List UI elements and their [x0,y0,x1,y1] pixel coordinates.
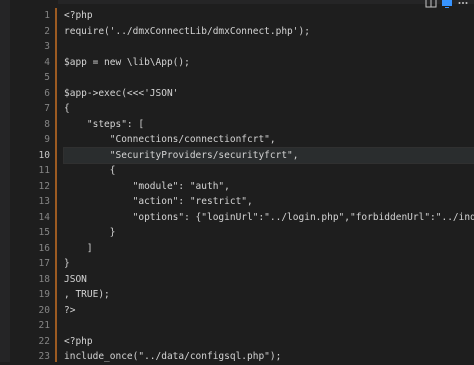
code-line[interactable]: "module": "auth", [64,179,474,195]
line-number: 18 [38,273,50,285]
code-line[interactable]: ] [64,241,474,257]
code-line[interactable]: "SecurityProviders/securityfcrt", [63,146,474,164]
code-editor[interactable]: <?php require('../dmxConnectLib/dmxConnec… [63,8,474,365]
modified-lines-indicator [55,8,57,362]
code-line[interactable]: { [64,163,474,179]
line-number: 22 [38,335,50,347]
code-line[interactable]: JSON [64,272,474,288]
line-number: 6 [44,87,50,99]
code-line[interactable] [64,318,474,334]
line-number: 19 [38,289,50,300]
line-numbers: 1 2 3 4 5 6 7 8 9 10 11 12 13 14 15 16 17 18 19 20 21 22 23 [10,8,50,365]
line-number: 21 [38,320,50,331]
line-number: 15 [38,227,50,238]
line-number: 9 [44,134,50,145]
line-number: 7 [44,103,50,114]
code-line[interactable]: require('../dmxConnectLib/dmxConnect.php… [64,24,474,40]
code-line[interactable]: $app = new \lib\App(); [64,55,474,71]
line-number: 8 [44,118,50,130]
line-number: 17 [38,258,50,269]
code-line[interactable]: , TRUE); [64,287,474,303]
code-line[interactable]: $app->exec(<<<'JSON' [64,86,474,102]
code-line[interactable] [64,70,474,86]
code-line[interactable]: ?> [64,303,474,319]
activity-bar [0,0,10,362]
editor-tab-bar [0,0,474,8]
code-line[interactable]: "Connections/connectionfcrt", [64,132,474,148]
line-number: 3 [44,41,50,52]
code-line[interactable]: include_once("../data/configsql.php"); [64,349,474,365]
code-line[interactable]: "action": "restrict", [64,194,474,210]
code-line[interactable]: "options": {"loginUrl":"../login.php","f… [64,210,474,226]
line-number: 5 [44,72,50,83]
code-line[interactable]: <?php [64,8,474,24]
line-number: 4 [44,56,50,68]
code-line[interactable]: "steps": [ [64,117,474,133]
line-number: 1 [44,10,50,21]
code-line[interactable]: } [64,225,474,241]
code-line[interactable]: <?php [64,334,474,350]
line-number: 20 [38,304,50,316]
line-number: 11 [38,165,50,176]
code-line[interactable] [64,39,474,55]
line-number: 13 [38,196,50,207]
line-number: 14 [38,211,50,223]
line-number: 12 [38,180,50,192]
code-line[interactable]: } [64,256,474,272]
line-number: 2 [44,25,50,37]
line-number: 23 [38,351,50,362]
line-number: 10 [38,149,50,161]
code-line[interactable]: { [64,101,474,117]
line-number: 16 [38,242,50,254]
